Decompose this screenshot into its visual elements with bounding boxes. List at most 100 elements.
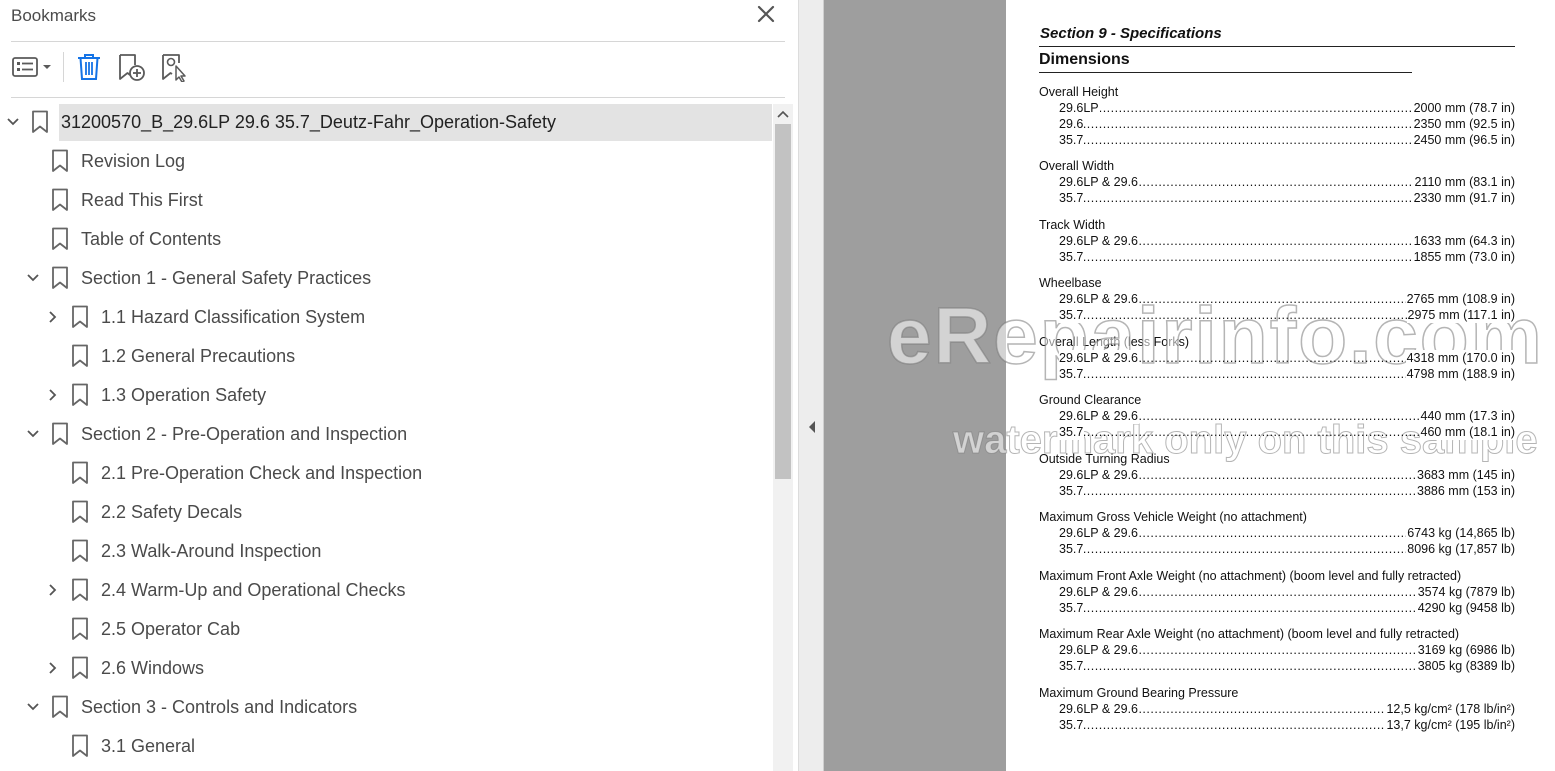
- scroll-up-button[interactable]: [773, 104, 793, 124]
- chevron-right-icon[interactable]: [45, 660, 61, 676]
- bookmark-item[interactable]: 2.6 Windows: [0, 650, 773, 687]
- spec-row: 29.6LP..................................…: [1059, 100, 1515, 116]
- document-view[interactable]: Section 9 - Specifications Dimensions Ov…: [824, 0, 1555, 771]
- spec-model: 29.6LP & 29.6: [1059, 350, 1140, 366]
- bookmark-label: Section 2 - Pre-Operation and Inspection: [81, 424, 408, 444]
- spec-model: 29.6LP & 29.6: [1059, 408, 1140, 424]
- spec-group: Maximum Ground Bearing Pressure 29.6LP & …: [1039, 685, 1515, 733]
- spec-value: 460 mm (18.1 in): [1419, 424, 1515, 440]
- panel-splitter[interactable]: [798, 0, 824, 771]
- bookmarks-panel: Bookmarks 31200570_B_29.6LP 29.6 35.7_De…: [0, 0, 798, 771]
- bookmark-label: 3.1 General: [101, 736, 196, 756]
- spec-value: 440 mm (17.3 in): [1419, 408, 1515, 424]
- spec-group-title: Track Width: [1039, 218, 1106, 232]
- spec-model: 29.6LP & 29.6: [1059, 467, 1140, 483]
- bookmark-item[interactable]: Revision Log: [0, 143, 773, 180]
- find-bookmark-icon: [162, 54, 186, 82]
- bookmark-item[interactable]: 31200570_B_29.6LP 29.6 35.7_Deutz-Fahr_O…: [0, 104, 773, 141]
- find-current-bookmark-button[interactable]: [157, 50, 191, 84]
- chevron-down-icon[interactable]: [5, 114, 21, 130]
- spec-value: 3574 kg (7879 lb): [1416, 584, 1515, 600]
- spec-value: 13,7 kg/cm² (195 lb/in²): [1385, 717, 1515, 733]
- divider: [11, 41, 785, 42]
- chevron-down-icon[interactable]: [25, 699, 41, 715]
- spec-row: 35.7....................................…: [1059, 366, 1515, 382]
- spec-group: Track Width 29.6LP & 29.6................…: [1039, 217, 1515, 265]
- close-icon[interactable]: [756, 4, 776, 24]
- spec-row: 35.7....................................…: [1059, 717, 1515, 733]
- bookmark-item[interactable]: 2.4 Warm-Up and Operational Checks: [0, 572, 773, 609]
- bookmark-item[interactable]: 1.3 Operation Safety: [0, 377, 773, 414]
- bookmark-item[interactable]: 2.5 Operator Cab: [0, 611, 773, 648]
- spec-group: Ground Clearance 29.6LP & 29.6...........…: [1039, 392, 1515, 440]
- bookmark-label: Read This First: [81, 190, 203, 210]
- trash-icon: [78, 54, 100, 80]
- spec-value: 4318 mm (170.0 in): [1405, 350, 1515, 366]
- spec-group: Wheelbase 29.6LP & 29.6..................…: [1039, 275, 1515, 323]
- spec-model: 35.7: [1059, 190, 1085, 206]
- chevron-right-icon[interactable]: [45, 582, 61, 598]
- spec-group-title: Overall Height: [1039, 85, 1119, 99]
- spec-value: 3683 mm (145 in): [1416, 467, 1515, 483]
- spec-row: 29.6LP & 29.6...........................…: [1059, 174, 1515, 190]
- spec-value: 2000 mm (78.7 in): [1412, 100, 1515, 116]
- bookmark-icon: [51, 227, 69, 251]
- divider: [11, 97, 785, 98]
- spec-row: 29.6LP & 29.6...........................…: [1059, 408, 1515, 424]
- bookmark-item[interactable]: Section 3 - Controls and Indicators: [0, 689, 773, 726]
- bookmark-label: 1.3 Operation Safety: [101, 385, 267, 405]
- spec-model: 35.7: [1059, 658, 1085, 674]
- section-title: Section 9 - Specifications: [1040, 25, 1222, 42]
- spec-value: 1855 mm (73.0 in): [1412, 249, 1515, 265]
- bookmark-icon: [71, 383, 89, 407]
- spec-value: 2350 mm (92.5 in): [1412, 116, 1515, 132]
- spec-model: 29.6LP & 29.6: [1059, 291, 1140, 307]
- spec-group-title: Overall Width: [1039, 159, 1115, 173]
- chevron-up-icon: [777, 110, 789, 118]
- spec-row: 29.6....................................…: [1059, 116, 1515, 132]
- spec-model: 35.7: [1059, 366, 1085, 382]
- spec-row: 29.6LP & 29.6...........................…: [1059, 701, 1515, 717]
- spec-group-title: Ground Clearance: [1039, 393, 1142, 407]
- collapse-panel-button[interactable]: [805, 418, 819, 436]
- panel-title: Bookmarks: [11, 6, 97, 25]
- bookmark-item[interactable]: 1.2 General Precautions: [0, 338, 773, 375]
- bookmark-icon: [71, 656, 89, 680]
- heading-rule: [1039, 72, 1412, 73]
- dimensions-heading: Dimensions: [1039, 51, 1130, 68]
- bookmark-item[interactable]: 3.1 General: [0, 728, 773, 765]
- bookmark-label: 1.2 General Precautions: [101, 346, 296, 366]
- chevron-right-icon[interactable]: [45, 309, 61, 325]
- bookmark-item[interactable]: Read This First: [0, 182, 773, 219]
- spec-group-title: Maximum Gross Vehicle Weight (no attachm…: [1039, 510, 1307, 524]
- spec-model: 29.6: [1059, 116, 1085, 132]
- bookmark-item[interactable]: Section 2 - Pre-Operation and Inspection: [0, 416, 773, 453]
- bookmark-item[interactable]: Table of Contents: [0, 221, 773, 258]
- bookmark-item[interactable]: 2.2 Safety Decals: [0, 494, 773, 531]
- chevron-down-icon[interactable]: [25, 270, 41, 286]
- bookmark-icon: [31, 110, 49, 134]
- spec-value: 3886 mm (153 in): [1416, 483, 1515, 499]
- spec-group: Overall Height 29.6LP....................…: [1039, 84, 1515, 148]
- spec-row: 29.6LP & 29.6...........................…: [1059, 642, 1515, 658]
- spec-value: 6743 kg (14,865 lb): [1406, 525, 1515, 541]
- bookmark-item[interactable]: 2.1 Pre-Operation Check and Inspection: [0, 455, 773, 492]
- options-menu-button[interactable]: [10, 50, 56, 84]
- scrollbar[interactable]: [773, 104, 793, 771]
- spec-value: 3169 kg (6986 lb): [1416, 642, 1515, 658]
- chevron-right-icon[interactable]: [45, 387, 61, 403]
- spec-model: 35.7: [1059, 132, 1085, 148]
- bookmark-icon: [71, 578, 89, 602]
- new-bookmark-button[interactable]: [114, 50, 148, 84]
- chevron-down-icon[interactable]: [25, 426, 41, 442]
- bookmark-item[interactable]: 2.3 Walk-Around Inspection: [0, 533, 773, 570]
- spec-model: 29.6LP & 29.6: [1059, 701, 1140, 717]
- scrollbar-thumb[interactable]: [775, 124, 791, 479]
- bookmark-item[interactable]: 1.1 Hazard Classification System: [0, 299, 773, 336]
- spec-value: 2330 mm (91.7 in): [1412, 190, 1515, 206]
- section-rule: [1039, 46, 1515, 47]
- toolbar-separator: [63, 52, 64, 82]
- bookmark-item[interactable]: Section 1 - General Safety Practices: [0, 260, 773, 297]
- spec-row: 35.7....................................…: [1059, 190, 1515, 206]
- delete-bookmark-button[interactable]: [72, 50, 106, 84]
